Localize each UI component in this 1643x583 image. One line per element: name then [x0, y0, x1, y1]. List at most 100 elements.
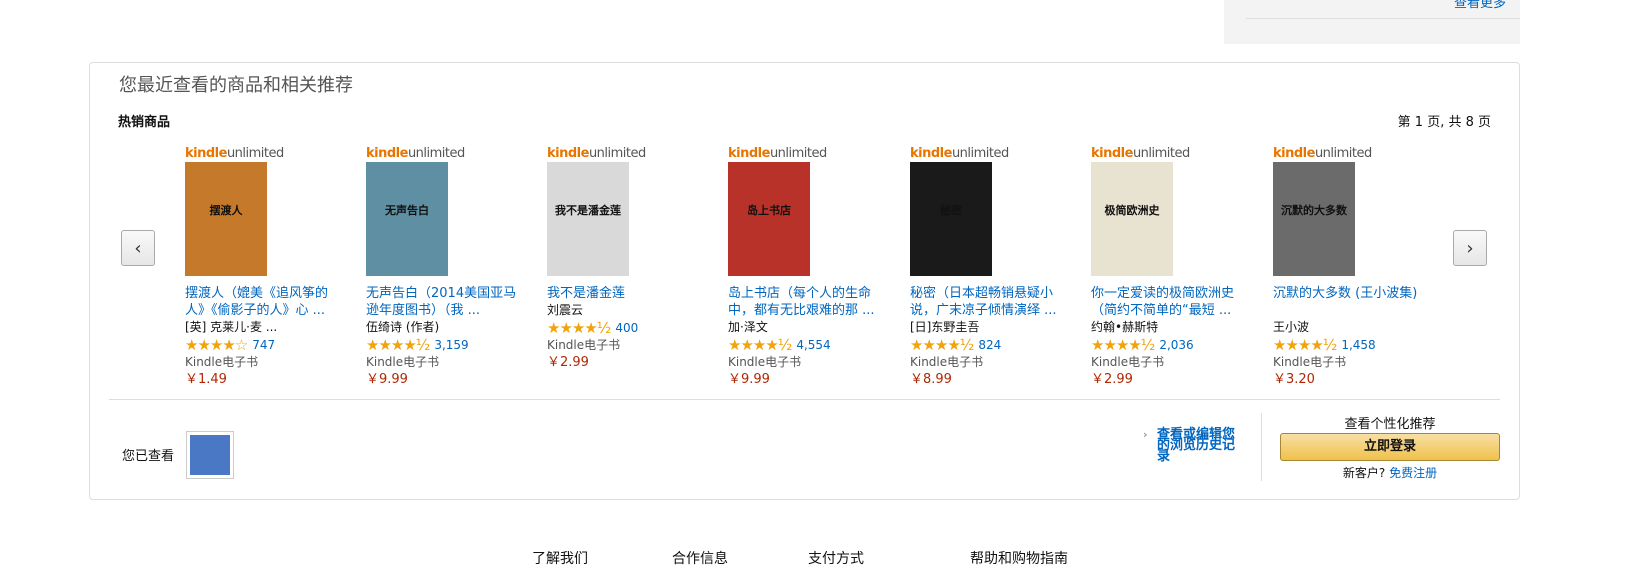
book-cover-image[interactable]: 无声告白 [366, 162, 448, 276]
review-count-link[interactable]: 2,036 [1159, 338, 1193, 352]
star-rating-icon[interactable]: ★★★★½ [547, 319, 611, 337]
product-card[interactable]: kindleunlimited 无声告白无声告白（2014美国亚马逊年度图书）（我… [366, 147, 526, 389]
product-price: ￥3.20 [1273, 372, 1315, 387]
book-cover-image[interactable]: 摆渡人 [185, 162, 267, 276]
cover-title: 极简欧洲史 [1104, 204, 1160, 217]
book-cover-image[interactable]: 极简欧洲史 [1091, 162, 1173, 276]
cover-title: 摆渡人 [209, 204, 243, 217]
product-rating: ★★★★½ 3,159 [366, 336, 526, 354]
product-author: 加·泽文 [728, 320, 768, 334]
star-rating-icon[interactable]: ★★★★½ [366, 336, 430, 354]
product-format: Kindle电子书 [728, 355, 802, 369]
browsing-history-link[interactable]: › 查看或编辑您的浏览历史记录 [1143, 427, 1236, 464]
review-count-link[interactable]: 824 [978, 338, 1001, 352]
viewed-item-thumbnail[interactable] [186, 431, 234, 479]
carousel-next-button[interactable]: › [1453, 230, 1487, 266]
chevron-right-icon: › [1466, 237, 1474, 259]
product-title-link[interactable]: 我不是潘金莲 [547, 285, 707, 302]
product-card[interactable]: kindleunlimited 极简欧洲史你一定爱读的极简欧洲史（简约不简单的“最… [1091, 147, 1251, 389]
kindle-unlimited-badge: kindleunlimited [185, 146, 284, 161]
review-count-link[interactable]: 400 [615, 321, 638, 335]
section-label: 热销商品 [118, 115, 171, 130]
cover-title: 无声告白 [385, 204, 429, 217]
product-rating: ★★★★½ 400 [547, 319, 707, 337]
kindle-unlimited-badge: kindleunlimited [547, 146, 646, 161]
product-price: ￥9.99 [728, 372, 770, 387]
star-rating-icon[interactable]: ★★★★½ [910, 336, 974, 354]
book-cover-image[interactable]: 岛上书店 [728, 162, 810, 276]
new-customer-label: 新客户? [1342, 466, 1386, 480]
top-remnant-box: 查看更多 [1224, 0, 1520, 44]
panel-title: 您最近查看的商品和相关推荐 [119, 75, 353, 96]
product-title-link[interactable]: 摆渡人（媲美《追风筝的人》《偷影子的人》心 ... [185, 285, 345, 319]
review-count-link[interactable]: 3,159 [434, 338, 468, 352]
product-format: Kindle电子书 [547, 338, 621, 352]
page-count: 第 1 页, 共 8 页 [1397, 115, 1491, 130]
review-count-link[interactable]: 1,458 [1341, 338, 1375, 352]
star-rating-icon[interactable]: ★★★★☆ [185, 336, 248, 354]
product-card[interactable]: kindleunlimited 秘密 秘密（日本超畅销悬疑小说，广末凉子倾情演绎 .… [910, 147, 1070, 389]
login-button[interactable]: 立即登录 [1280, 433, 1500, 461]
product-card[interactable]: kindleunlimited 摆渡人摆渡人（媲美《追风筝的人》《偷影子的人》心 … [185, 147, 345, 389]
product-format: Kindle电子书 [366, 355, 440, 369]
book-cover-image[interactable]: 秘密 [910, 162, 992, 276]
product-card[interactable]: kindleunlimited 岛上书店岛上书店（每个人的生命中，都有无比艰难的那… [728, 147, 888, 389]
star-rating-icon[interactable]: ★★★★½ [1273, 336, 1337, 354]
cover-title: 秘密 [940, 204, 962, 217]
product-format: Kindle电子书 [185, 355, 259, 369]
carousel-prev-button[interactable]: ‹ [121, 230, 155, 266]
viewed-label: 您已查看 [122, 449, 175, 464]
product-title-link[interactable]: 你一定爱读的极简欧洲史（简约不简单的“最短 ... [1091, 285, 1251, 319]
product-author: 刘震云 [547, 303, 584, 317]
product-card[interactable]: kindleunlimited 沉默的大多数沉默的大多数 (王小波集) 王小波 ★★★… [1273, 147, 1433, 389]
product-format: Kindle电子书 [1091, 355, 1165, 369]
see-more-link[interactable]: 查看更多 [1454, 0, 1506, 11]
product-price: ￥2.99 [1091, 372, 1133, 387]
divider [1246, 18, 1520, 19]
register-link[interactable]: 免费注册 [1389, 466, 1437, 480]
footer-link[interactable]: 支付方式 [808, 548, 864, 568]
kindle-unlimited-badge: kindleunlimited [366, 146, 465, 161]
product-title-link[interactable]: 秘密（日本超畅销悬疑小说，广末凉子倾情演绎 ... [910, 285, 1070, 319]
product-author: [英] 克莱儿·麦 ... [185, 320, 278, 334]
book-cover-image[interactable]: 沉默的大多数 [1273, 162, 1355, 276]
product-price: ￥8.99 [910, 372, 952, 387]
product-author: 约翰•赫斯特 [1091, 320, 1159, 334]
review-count-link[interactable]: 4,554 [796, 338, 830, 352]
star-rating-icon[interactable]: ★★★★½ [1091, 336, 1155, 354]
section-divider [109, 399, 1500, 400]
footer-link[interactable]: 了解我们 [532, 548, 588, 568]
personalized-title: 查看个性化推荐 [1344, 417, 1436, 432]
recommendations-panel: 您最近查看的商品和相关推荐 热销商品 第 1 页, 共 8 页 ‹ › kind… [89, 62, 1520, 500]
product-format: Kindle电子书 [910, 355, 984, 369]
product-title-link[interactable]: 沉默的大多数 (王小波集) [1273, 285, 1433, 319]
product-rating: ★★★★½ 2,036 [1091, 336, 1251, 354]
product-price: ￥1.49 [185, 372, 227, 387]
footer-link[interactable]: 帮助和购物指南 [970, 548, 1068, 568]
product-rating: ★★★★½ 824 [910, 336, 1070, 354]
review-count-link[interactable]: 747 [252, 338, 275, 352]
product-title-link[interactable]: 无声告白（2014美国亚马逊年度图书）（我 ... [366, 285, 526, 319]
kindle-unlimited-badge: kindleunlimited [1273, 146, 1372, 161]
star-rating-icon[interactable]: ★★★★½ [728, 336, 792, 354]
footer-link[interactable]: 合作信息 [672, 548, 728, 568]
vertical-divider [1261, 413, 1262, 481]
kindle-unlimited-badge: kindleunlimited [728, 146, 827, 161]
product-format: Kindle电子书 [1273, 355, 1347, 369]
product-author: [日]东野圭吾 [910, 320, 980, 334]
product-card[interactable]: kindleunlimited 我不是潘金莲 我不是潘金莲 刘震云 ★★★★½ 400 Ki… [547, 147, 707, 372]
product-price: ￥2.99 [547, 355, 589, 370]
cover-title: 岛上书店 [747, 204, 791, 217]
product-rating: ★★★★½ 4,554 [728, 336, 888, 354]
chevron-right-icon: › [1143, 428, 1148, 441]
product-rating: ★★★★☆ 747 [185, 336, 345, 354]
product-author: 王小波 [1273, 320, 1310, 334]
product-title-link[interactable]: 岛上书店（每个人的生命中，都有无比艰难的那 ... [728, 285, 888, 319]
kindle-unlimited-badge: kindleunlimited [1091, 146, 1190, 161]
chevron-left-icon: ‹ [134, 237, 142, 259]
footer-links: 了解我们 合作信息 支付方式 帮助和购物指南 [0, 548, 1643, 583]
history-link-label: 查看或编辑您的浏览历史记录 [1157, 427, 1236, 464]
book-cover-image[interactable]: 我不是潘金莲 [547, 162, 629, 276]
product-price: ￥9.99 [366, 372, 408, 387]
product-carousel: kindleunlimited 摆渡人摆渡人（媲美《追风筝的人》《偷影子的人》心 … [185, 147, 1450, 387]
